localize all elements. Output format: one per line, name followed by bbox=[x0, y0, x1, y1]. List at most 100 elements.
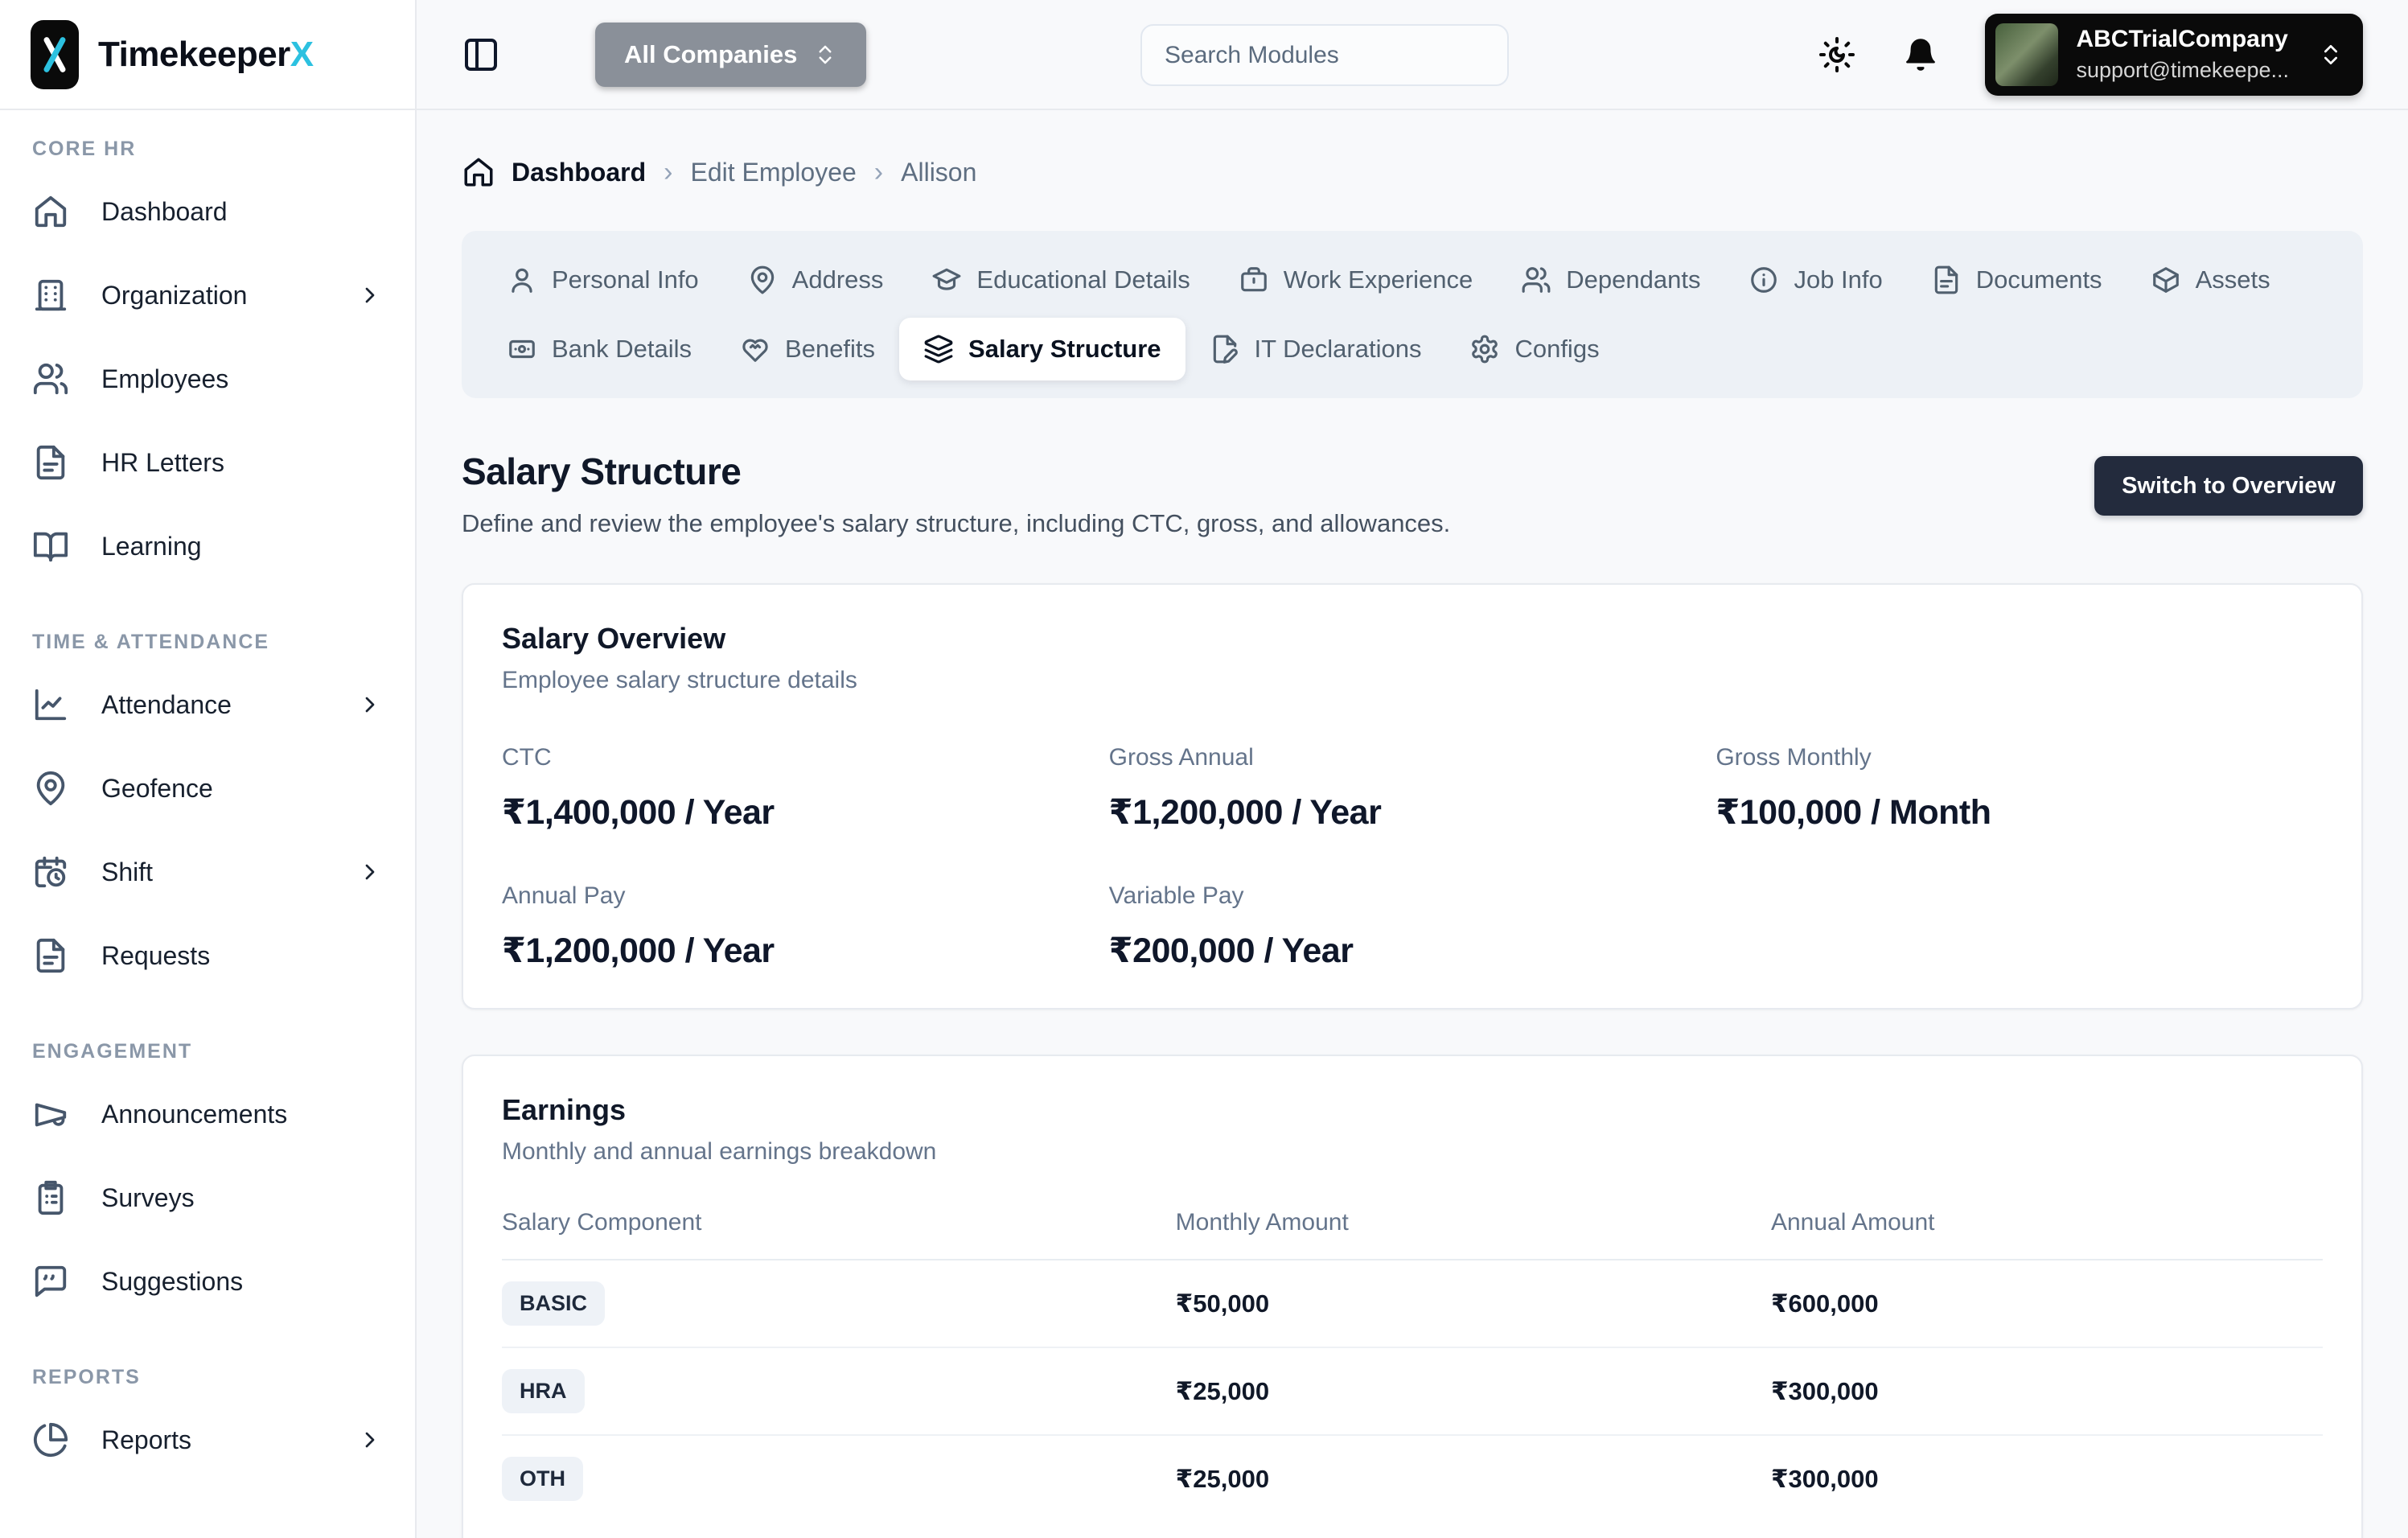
breadcrumb-separator: › bbox=[873, 156, 884, 187]
company-selector-label: All Companies bbox=[624, 39, 798, 68]
tab-label: Work Experience bbox=[1283, 265, 1473, 294]
sidebar-item-announcements[interactable]: Announcements bbox=[0, 1076, 415, 1152]
metric-variable-pay: Variable Pay ₹200,000 / Year bbox=[1109, 882, 1716, 971]
tab-label: Personal Info bbox=[552, 265, 699, 294]
component-badge: BASIC bbox=[502, 1281, 606, 1326]
salary-overview-subtitle: Employee salary structure details bbox=[502, 667, 857, 693]
chevrons-up-down-icon bbox=[2324, 44, 2337, 64]
sidebar-item-label: Dashboard bbox=[101, 196, 228, 226]
breadcrumb-item-edit-employee[interactable]: Edit Employee bbox=[690, 158, 856, 187]
component-badge: OTH bbox=[502, 1457, 583, 1501]
users-icon bbox=[33, 363, 68, 395]
user-icon bbox=[512, 268, 532, 293]
sidebar-item-employees[interactable]: Employees bbox=[0, 341, 415, 417]
sidebar-item-surveys[interactable]: Surveys bbox=[0, 1160, 415, 1236]
line-chart-icon bbox=[35, 689, 67, 721]
monthly-amount: ₹25,000 bbox=[1175, 1376, 1270, 1405]
theme-toggle-icon[interactable] bbox=[1818, 35, 1856, 74]
user-menu[interactable]: ABCTrialCompany support@timekeepe... bbox=[1985, 13, 2363, 96]
home-icon bbox=[35, 195, 67, 228]
tab-label: Job Info bbox=[1794, 265, 1883, 294]
sidebar-item-hr-letters[interactable]: HR Letters bbox=[0, 425, 415, 500]
info-badge-icon bbox=[1751, 267, 1777, 293]
company-selector-button[interactable]: All Companies bbox=[595, 22, 867, 87]
sidebar-item-label: HR Letters bbox=[101, 447, 224, 477]
tab-dependants[interactable]: Dependants bbox=[1497, 249, 1724, 311]
brand: TimekeeperX bbox=[0, 0, 415, 110]
breadcrumb-item-allison[interactable]: Allison bbox=[901, 158, 976, 187]
tab-row-2: Bank Details Benefits Salary Structure I… bbox=[483, 318, 2342, 380]
sidebar-item-label: Geofence bbox=[101, 773, 213, 803]
page-subtitle: Define and review the employee's salary … bbox=[462, 509, 1451, 537]
clipboard-list-icon bbox=[38, 1180, 64, 1215]
salary-overview-title: Salary Overview bbox=[502, 622, 726, 655]
house-icon[interactable] bbox=[462, 155, 495, 189]
tab-address[interactable]: Address bbox=[723, 249, 908, 311]
tab-label: Documents bbox=[1975, 265, 2102, 294]
employee-tabs: Personal Info Address Educational Detail… bbox=[462, 231, 2363, 398]
bank-card-icon bbox=[509, 339, 535, 359]
earnings-table-header: Salary Component Monthly Amount Annual A… bbox=[502, 1209, 2323, 1260]
earnings-subtitle: Monthly and annual earnings breakdown bbox=[502, 1138, 937, 1165]
tab-documents[interactable]: Documents bbox=[1907, 249, 2127, 311]
tab-it-declarations[interactable]: IT Declarations bbox=[1186, 318, 1446, 380]
tab-job-info[interactable]: Job Info bbox=[1724, 249, 1906, 311]
tab-educational-details[interactable]: Educational Details bbox=[907, 249, 1214, 311]
tab-label: Educational Details bbox=[976, 265, 1190, 294]
tab-personal-info[interactable]: Personal Info bbox=[483, 249, 723, 311]
section-label-reports: REPORTS bbox=[32, 1366, 141, 1388]
brand-name: TimekeeperX bbox=[98, 34, 314, 74]
tab-assets[interactable]: Assets bbox=[2127, 249, 2295, 311]
sidebar-item-geofence[interactable]: Geofence bbox=[0, 750, 415, 826]
file-pen-icon bbox=[1213, 335, 1238, 364]
metric-value: ₹100,000 / Month bbox=[1716, 793, 1991, 832]
monthly-amount: ₹25,000 bbox=[1175, 1464, 1270, 1493]
tab-label: Salary Structure bbox=[968, 335, 1161, 363]
file-text-icon bbox=[36, 938, 65, 973]
annual-amount: ₹300,000 bbox=[1770, 1376, 1879, 1405]
tab-configs[interactable]: Configs bbox=[1445, 318, 1623, 380]
table-row: BASIC ₹50,000 ₹600,000 bbox=[502, 1260, 2323, 1348]
notifications-bell-icon[interactable] bbox=[1903, 35, 1938, 74]
tab-label: Benefits bbox=[785, 335, 876, 363]
sidebar-item-label: Shift bbox=[101, 857, 154, 886]
sidebar-nav: CORE HR Dashboard Organization Employees… bbox=[0, 110, 415, 1478]
sidebar-item-dashboard[interactable]: Dashboard bbox=[0, 174, 415, 249]
tab-work-experience[interactable]: Work Experience bbox=[1214, 249, 1497, 311]
column-header-annual-amount: Annual Amount bbox=[1770, 1209, 1935, 1236]
sidebar-toggle-icon[interactable] bbox=[462, 35, 500, 74]
sidebar-item-shift[interactable]: Shift bbox=[0, 834, 415, 910]
map-pin-icon bbox=[750, 265, 774, 294]
brand-logo-icon bbox=[31, 19, 79, 89]
section-label-engagement: ENGAGEMENT bbox=[32, 1040, 193, 1063]
tab-bank-details[interactable]: Bank Details bbox=[483, 318, 716, 380]
layers-icon bbox=[924, 335, 953, 364]
sidebar-item-organization[interactable]: Organization bbox=[0, 257, 415, 333]
chevron-right-icon bbox=[365, 697, 375, 713]
chevron-right-icon bbox=[365, 864, 375, 880]
sidebar-item-suggestions[interactable]: Suggestions bbox=[0, 1244, 415, 1319]
breadcrumb-item-dashboard[interactable]: Dashboard bbox=[512, 158, 646, 187]
tab-label: Address bbox=[791, 265, 884, 294]
tab-benefits[interactable]: Benefits bbox=[716, 318, 899, 380]
search-input[interactable] bbox=[1140, 24, 1509, 86]
component-badge: HRA bbox=[502, 1369, 585, 1413]
sidebar-item-learning[interactable]: Learning bbox=[0, 508, 415, 584]
earnings-table: Salary Component Monthly Amount Annual A… bbox=[502, 1209, 2323, 1522]
package-icon bbox=[2152, 267, 2179, 293]
metric-label: Gross Monthly bbox=[1716, 744, 1872, 771]
calendar-clock-icon bbox=[35, 856, 67, 888]
sidebar-item-requests[interactable]: Requests bbox=[0, 918, 415, 993]
user-email: support@timekeepe... bbox=[2076, 58, 2289, 82]
sidebar-item-reports[interactable]: Reports bbox=[0, 1402, 415, 1478]
graduation-cap-icon bbox=[932, 268, 961, 290]
avatar bbox=[1995, 23, 2059, 86]
sidebar-item-attendance[interactable]: Attendance bbox=[0, 667, 415, 742]
salary-overview-card: Salary Overview Employee salary structur… bbox=[462, 583, 2363, 1010]
tab-salary-structure[interactable]: Salary Structure bbox=[899, 318, 1186, 380]
metric-value: ₹1,200,000 / Year bbox=[1108, 793, 1382, 832]
building-icon bbox=[35, 279, 67, 311]
switch-to-overview-button[interactable]: Switch to Overview bbox=[2094, 456, 2363, 516]
tab-label: Configs bbox=[1514, 335, 1600, 363]
users-icon bbox=[1522, 267, 1551, 293]
